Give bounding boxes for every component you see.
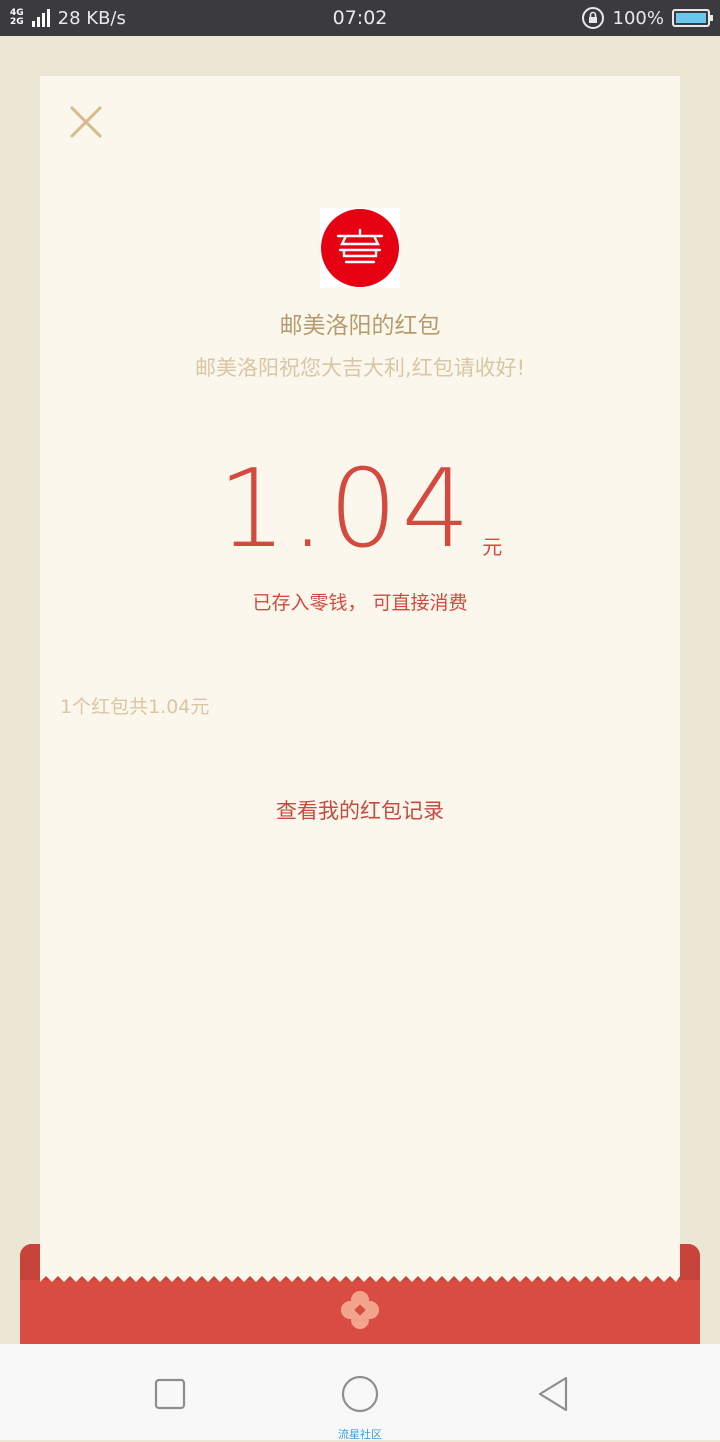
amount-unit: 元: [482, 535, 503, 559]
signal-icon: [31, 9, 50, 27]
view-records-link[interactable]: 查看我的红包记录: [40, 795, 680, 825]
network-type-indicator: 4G 2G: [10, 9, 24, 27]
network-speed: 28 KB/s: [57, 7, 126, 29]
status-bar: 4G 2G 28 KB/s 07:02 100%: [0, 0, 720, 36]
battery-icon: [672, 9, 713, 27]
recent-apps-icon[interactable]: [148, 1372, 192, 1416]
clock: 07:02: [332, 7, 388, 29]
flower-ornament-icon: [341, 1291, 379, 1329]
back-icon[interactable]: [532, 1372, 576, 1416]
close-icon[interactable]: [66, 102, 106, 142]
status-right: 100%: [581, 6, 713, 30]
sender-logo-icon: [321, 209, 399, 287]
network-bottom-label: 2G: [10, 17, 24, 27]
packet-summary: 1个红包共1.04元: [60, 696, 210, 718]
battery-level-fill: [676, 13, 706, 23]
amount-value: 1.04: [217, 447, 475, 572]
card-zigzag-edge: [40, 1274, 680, 1282]
battery-percent: 100%: [612, 7, 664, 29]
sender-avatar: [320, 208, 400, 288]
greeting-message: 邮美洛阳祝您大吉大利,红包请收好!: [194, 356, 526, 380]
sender-name: 邮美洛阳的红包: [279, 313, 441, 339]
deposit-note: 已存入零钱， 可直接消费: [252, 592, 468, 614]
home-icon[interactable]: [338, 1372, 382, 1416]
rotation-lock-icon: [581, 7, 604, 29]
status-left: 4G 2G 28 KB/s: [10, 8, 126, 29]
amount-row: 1.04 元: [40, 450, 680, 570]
